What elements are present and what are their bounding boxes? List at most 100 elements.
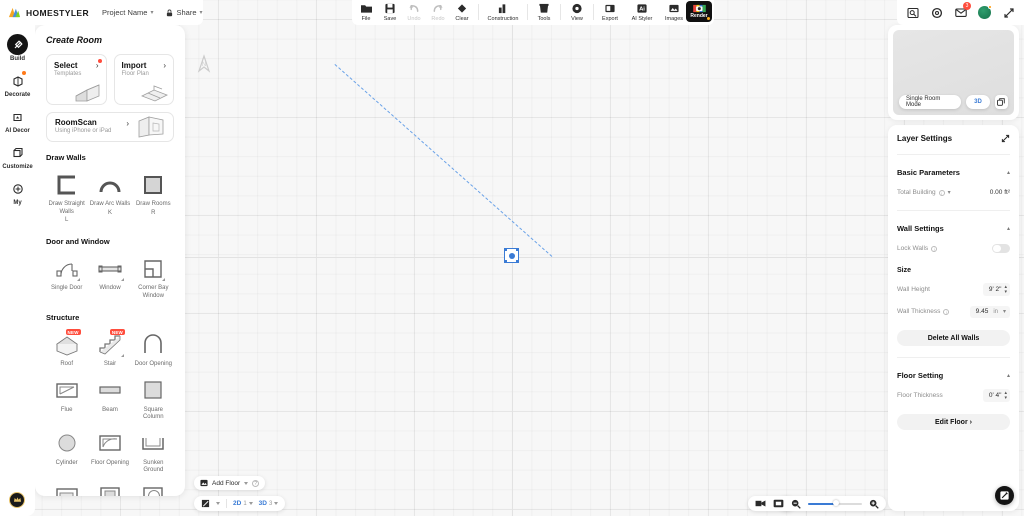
toolbar-clear[interactable]: Clear bbox=[450, 0, 474, 23]
lock-walls-text: Lock Walls bbox=[897, 245, 929, 252]
sidebar-item-build[interactable]: Build bbox=[0, 31, 35, 65]
chevron-down-icon[interactable] bbox=[248, 502, 253, 505]
select-templates-card[interactable]: › Select Templates bbox=[46, 54, 107, 105]
tool-square-column[interactable]: Square Column bbox=[133, 375, 174, 424]
tool-flue[interactable]: Flue bbox=[46, 375, 87, 424]
screenshot-icon[interactable] bbox=[906, 6, 919, 19]
single-room-mode-button[interactable]: Single Room Mode bbox=[899, 95, 962, 109]
chevron-down-icon[interactable] bbox=[244, 481, 249, 485]
tool-draw-rooms[interactable]: Draw Rooms R bbox=[133, 169, 174, 226]
tool-door-opening[interactable]: Door Opening bbox=[133, 329, 174, 371]
expand-collapse-icon[interactable] bbox=[1002, 6, 1015, 19]
sidebar-item-ai-decor[interactable]: AI Decor bbox=[0, 103, 35, 137]
tool-draw-straight-walls[interactable]: Draw Straight Walls L bbox=[46, 169, 87, 226]
diagonal-expand-icon[interactable] bbox=[1001, 134, 1010, 143]
spinner-arrows-icon[interactable]: ▴ ▾ bbox=[1004, 285, 1007, 295]
popout-icon[interactable] bbox=[994, 95, 1008, 109]
tool-single-door[interactable]: Single Door bbox=[46, 253, 87, 302]
sidebar-item-ai-decor-label: AI Decor bbox=[5, 128, 30, 134]
gear-icon[interactable] bbox=[930, 6, 943, 19]
basic-parameters-header[interactable]: Basic Parameters ▴ bbox=[897, 168, 1010, 177]
tool-window[interactable]: Window bbox=[89, 253, 130, 302]
view-mode-3d-button[interactable]: 3D bbox=[966, 95, 990, 109]
zoom-out-icon[interactable] bbox=[791, 499, 801, 509]
tool-sunken-ground-label: Sunken Ground bbox=[143, 459, 164, 474]
info-icon[interactable]: i bbox=[943, 308, 950, 315]
straight-wall-icon bbox=[54, 169, 80, 200]
chevron-down-icon[interactable] bbox=[274, 502, 279, 505]
chevron-down-icon[interactable]: ▾ bbox=[1003, 308, 1006, 315]
tool-sunken-ground[interactable]: Sunken Ground bbox=[133, 428, 174, 477]
crown-badge-icon[interactable] bbox=[9, 492, 25, 508]
feedback-edit-icon[interactable] bbox=[995, 486, 1014, 505]
floor-setting-header[interactable]: Floor Setting ▴ bbox=[897, 371, 1010, 380]
wall-thickness-input[interactable]: 9.45 in ▾ bbox=[969, 305, 1010, 318]
zoom-slider-handle[interactable] bbox=[833, 500, 839, 506]
toolbar-images[interactable]: Images bbox=[662, 0, 686, 23]
tool-roof[interactable]: NEW Roof bbox=[46, 329, 87, 371]
share-menu[interactable]: Share ▾ bbox=[166, 8, 203, 17]
toolbar-file[interactable]: File bbox=[354, 0, 378, 23]
preview-viewport[interactable]: Single Room Mode 3D bbox=[893, 30, 1014, 115]
tool-outside-area[interactable]: Outside Area bbox=[89, 481, 130, 496]
brand-logo[interactable]: HOMESTYLER bbox=[8, 6, 89, 19]
toolbar-ai-styler[interactable]: Ai AI Styler bbox=[622, 0, 662, 23]
help-icon[interactable]: ? bbox=[252, 479, 260, 487]
chevron-down-icon[interactable] bbox=[216, 502, 220, 505]
flue-icon bbox=[54, 375, 80, 406]
total-building-row[interactable]: Total Building i ▾ 0.00 ft² bbox=[897, 186, 1010, 199]
layer-settings-title: Layer Settings bbox=[897, 134, 953, 143]
tool-cylinder[interactable]: Cylinder bbox=[46, 428, 87, 477]
toolbar-tools[interactable]: Tools bbox=[532, 0, 556, 23]
preview-card[interactable]: Single Room Mode 3D bbox=[888, 25, 1019, 120]
roomscan-card[interactable]: › RoomScan Using iPhone or iPad bbox=[46, 112, 174, 142]
toolbar-export[interactable]: Export bbox=[598, 0, 622, 23]
toolbar-redo[interactable]: Redo bbox=[426, 0, 450, 23]
sidebar-item-decorate[interactable]: Decorate bbox=[0, 67, 35, 101]
add-floor-button[interactable]: Add Floor ? bbox=[194, 476, 266, 490]
toolbar-undo[interactable]: Undo bbox=[402, 0, 426, 23]
wall-settings-header[interactable]: Wall Settings ▴ bbox=[897, 224, 1010, 233]
zoom-in-icon[interactable] bbox=[869, 499, 879, 509]
spinner-arrows-icon[interactable]: ▴ ▾ bbox=[1004, 391, 1007, 401]
pen-tool-icon[interactable] bbox=[201, 499, 210, 508]
sidebar-item-customize[interactable]: Customize bbox=[0, 139, 35, 173]
lock-walls-label: Lock Walls i bbox=[897, 245, 938, 252]
delete-all-walls-button[interactable]: Delete All Walls bbox=[897, 330, 1010, 346]
toolbar-save-label: Save bbox=[383, 16, 397, 22]
mail-icon[interactable]: 3 bbox=[954, 2, 971, 19]
build-panel-scroll[interactable]: Create Room › Select Templates › Import … bbox=[35, 25, 185, 496]
floor-thickness-stepper[interactable]: 0' 4" ▴ ▾ bbox=[982, 389, 1010, 402]
camera-view-icon[interactable] bbox=[755, 499, 766, 508]
info-icon[interactable]: i bbox=[938, 189, 945, 196]
tool-floor-opening[interactable]: Floor Opening bbox=[89, 428, 130, 477]
wall-height-stepper[interactable]: 9' 2" ▴ ▾ bbox=[982, 283, 1010, 296]
toolbar-save[interactable]: Save bbox=[378, 0, 402, 23]
toolbar-clear-label: Clear bbox=[455, 16, 469, 22]
wall-start-node[interactable] bbox=[504, 248, 519, 263]
tool-stair[interactable]: NEW Stair bbox=[89, 329, 130, 371]
beam-icon bbox=[97, 375, 123, 406]
fit-screen-icon[interactable] bbox=[773, 499, 784, 508]
lock-walls-toggle[interactable] bbox=[992, 243, 1010, 254]
toolbar-construction[interactable]: Construction bbox=[483, 0, 523, 23]
render-button[interactable]: Render bbox=[686, 1, 712, 22]
tool-draw-arc-walls[interactable]: Draw Arc Walls K bbox=[89, 169, 130, 226]
avatar[interactable] bbox=[978, 5, 992, 19]
tool-corner-bay-window[interactable]: Corner Bay Window bbox=[133, 253, 174, 302]
toolbar-view[interactable]: View bbox=[565, 0, 589, 23]
project-name-menu[interactable]: Project Name ▾ bbox=[102, 8, 153, 17]
corner-bay-window-icon bbox=[141, 253, 166, 284]
tool-beam[interactable]: Beam bbox=[89, 375, 130, 424]
render-label: Render bbox=[690, 13, 708, 19]
tool-riser[interactable]: Riser bbox=[133, 481, 174, 496]
tab-2d[interactable]: 2D 1 bbox=[233, 500, 253, 507]
import-floorplan-card[interactable]: › Import Floor Plan bbox=[113, 54, 174, 105]
sidebar-item-my[interactable]: My bbox=[0, 175, 35, 209]
tab-3d[interactable]: 3D 3 bbox=[259, 500, 279, 507]
info-icon[interactable]: i bbox=[931, 245, 938, 252]
tool-niche[interactable]: Niche bbox=[46, 481, 87, 496]
zoom-slider[interactable] bbox=[808, 500, 862, 506]
niche-icon bbox=[54, 481, 80, 496]
edit-floor-button[interactable]: Edit Floor › bbox=[897, 414, 1010, 430]
